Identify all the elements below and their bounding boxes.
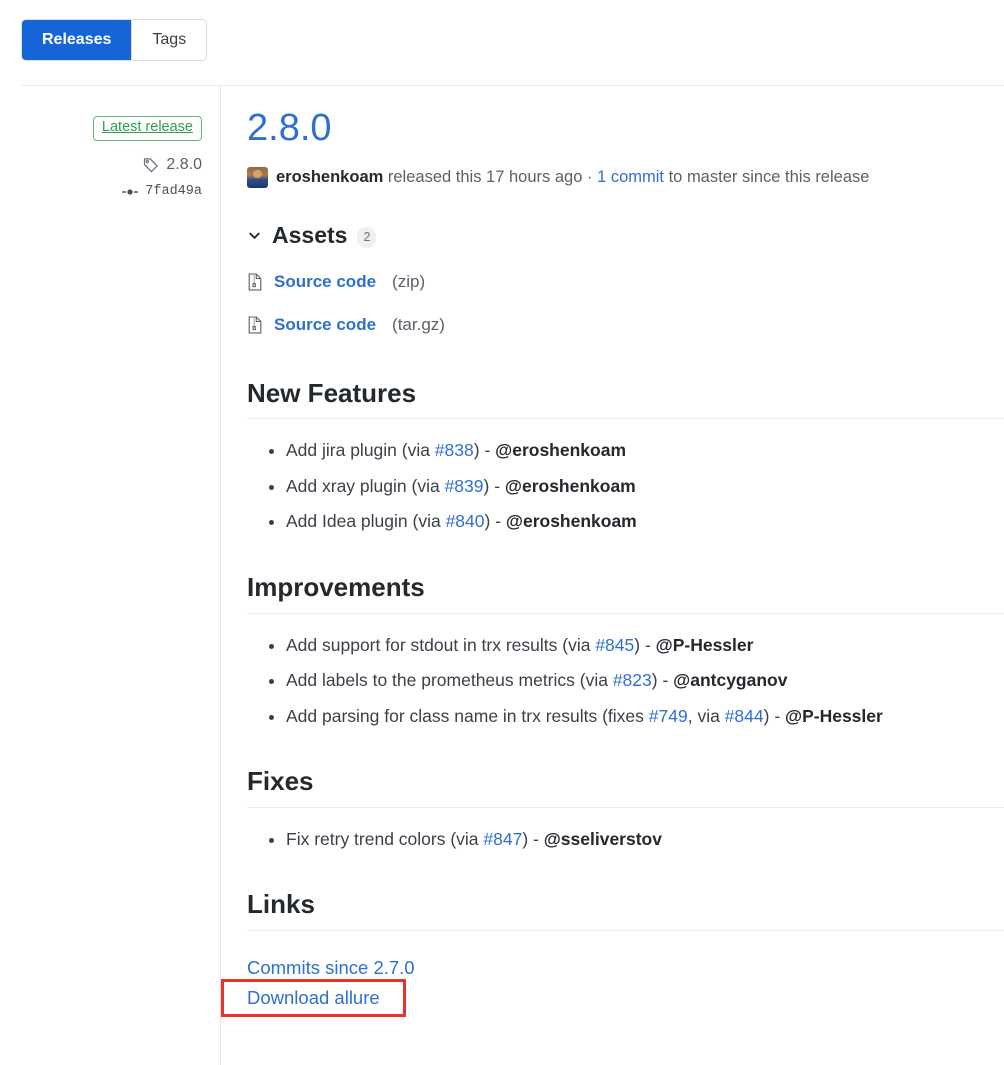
release-title-link[interactable]: 2.8.0 — [247, 108, 332, 150]
tag-name: 2.8.0 — [166, 156, 202, 174]
list-item: Add support for stdout in trx results (v… — [286, 632, 1004, 659]
section-heading: New Features — [247, 377, 1004, 420]
item-text: ) - — [764, 706, 785, 726]
release-byline: eroshenkoam released this 17 hours ago ·… — [247, 167, 1004, 188]
commit-sha[interactable]: 7fad49a — [145, 184, 202, 199]
item-text: ) - — [485, 511, 506, 531]
mention-link[interactable]: @P-Hessler — [656, 635, 754, 655]
list-item: Fix retry trend colors (via #847) - @sse… — [286, 826, 1004, 853]
commit-suffix-text: to master since this release — [669, 168, 870, 187]
item-text: Add support for stdout in trx results (v… — [286, 635, 595, 655]
section-heading: Links — [247, 888, 1004, 931]
file-zip-icon — [247, 273, 263, 291]
list-item: Add Idea plugin (via #840) - @eroshenkoa… — [286, 508, 1004, 535]
section-fixes: Fixes Fix retry trend colors (via #847) … — [247, 765, 1004, 852]
mention-link[interactable]: @antcyganov — [673, 670, 787, 690]
mention-link[interactable]: @P-Hessler — [785, 706, 883, 726]
issue-link[interactable]: #749 — [649, 706, 688, 726]
commits-link[interactable]: 1 commit — [597, 168, 664, 187]
asset-item-targz[interactable]: Source code (tar.gz) — [247, 315, 1004, 335]
issue-link[interactable]: #823 — [613, 670, 652, 690]
download-allure-highlight: Download allure — [247, 983, 380, 1013]
link-row: Commits since 2.7.0 — [247, 953, 1004, 983]
item-text: Add labels to the prometheus metrics (vi… — [286, 670, 613, 690]
section-heading: Fixes — [247, 765, 1004, 808]
section-links: Links Commits since 2.7.0 Download allur… — [247, 888, 1004, 1012]
assets-title: Assets — [272, 222, 347, 249]
release-tabnav: Releases Tags — [21, 19, 207, 61]
asset-ext: (zip) — [392, 272, 425, 292]
link-row: Download allure — [247, 983, 1004, 1013]
release-body: New Features Add jira plugin (via #838) … — [247, 377, 1004, 1013]
item-text: Add Idea plugin (via — [286, 511, 446, 531]
section-list: Add jira plugin (via #838) - @eroshenkoa… — [247, 437, 1004, 535]
issue-link[interactable]: #844 — [725, 706, 764, 726]
list-item: Add labels to the prometheus metrics (vi… — [286, 667, 1004, 694]
item-text: ) - — [522, 829, 543, 849]
released-this-text: released this — [388, 168, 482, 187]
git-commit-icon — [122, 184, 138, 200]
chevron-down-icon[interactable] — [247, 228, 262, 243]
section-improvements: Improvements Add support for stdout in t… — [247, 571, 1004, 729]
commit-meta-row: 7fad49a — [0, 184, 202, 200]
links-list: Commits since 2.7.0 Download allure — [247, 953, 1004, 1013]
list-item: Add parsing for class name in trx result… — [286, 703, 1004, 730]
section-heading: Improvements — [247, 571, 1004, 614]
latest-release-badge[interactable]: Latest release — [93, 116, 202, 141]
mention-link[interactable]: @eroshenkoam — [506, 511, 637, 531]
release-main: 2.8.0 eroshenkoam released this 17 hours… — [247, 86, 1004, 1033]
issue-link[interactable]: #845 — [595, 635, 634, 655]
issue-link[interactable]: #840 — [446, 511, 485, 531]
section-list: Add support for stdout in trx results (v… — [247, 632, 1004, 730]
file-zip-icon — [247, 316, 263, 334]
commits-since-link[interactable]: Commits since 2.7.0 — [247, 953, 415, 983]
asset-ext: (tar.gz) — [392, 315, 445, 335]
asset-item-zip[interactable]: Source code (zip) — [247, 272, 1004, 292]
item-text: , via — [688, 706, 725, 726]
tab-releases[interactable]: Releases — [22, 20, 131, 60]
issue-link[interactable]: #839 — [445, 476, 484, 496]
asset-name[interactable]: Source code — [274, 272, 376, 292]
issue-link[interactable]: #847 — [483, 829, 522, 849]
releases-page: Releases Tags Latest release 2.8.0 — [0, 0, 1004, 1065]
item-text: Add xray plugin (via — [286, 476, 445, 496]
list-item: Add jira plugin (via #838) - @eroshenkoa… — [286, 437, 1004, 464]
item-text: Add jira plugin (via — [286, 440, 435, 460]
list-item: Add xray plugin (via #839) - @eroshenkoa… — [286, 473, 1004, 500]
section-list: Fix retry trend colors (via #847) - @sse… — [247, 826, 1004, 853]
item-text: ) - — [634, 635, 655, 655]
issue-link[interactable]: #838 — [435, 440, 474, 460]
assets-count-badge: 2 — [357, 227, 376, 248]
section-new-features: New Features Add jira plugin (via #838) … — [247, 377, 1004, 535]
item-text: ) - — [484, 476, 505, 496]
mention-link[interactable]: @sseliverstov — [544, 829, 662, 849]
item-text: Fix retry trend colors (via — [286, 829, 483, 849]
asset-name[interactable]: Source code — [274, 315, 376, 335]
item-text: ) - — [474, 440, 495, 460]
release-time-ago: 17 hours ago — [486, 168, 582, 187]
assets-header[interactable]: Assets 2 — [247, 222, 1004, 249]
release-author[interactable]: eroshenkoam — [276, 168, 383, 187]
item-text: ) - — [652, 670, 673, 690]
mention-link[interactable]: @eroshenkoam — [495, 440, 626, 460]
download-allure-link[interactable]: Download allure — [247, 983, 380, 1013]
mention-link[interactable]: @eroshenkoam — [505, 476, 636, 496]
release-sidebar: Latest release 2.8.0 — [0, 86, 221, 1065]
tag-meta-row: 2.8.0 — [0, 156, 202, 174]
tab-tags[interactable]: Tags — [131, 20, 206, 60]
tag-icon — [143, 157, 159, 173]
item-text: Add parsing for class name in trx result… — [286, 706, 649, 726]
avatar[interactable] — [247, 167, 268, 188]
